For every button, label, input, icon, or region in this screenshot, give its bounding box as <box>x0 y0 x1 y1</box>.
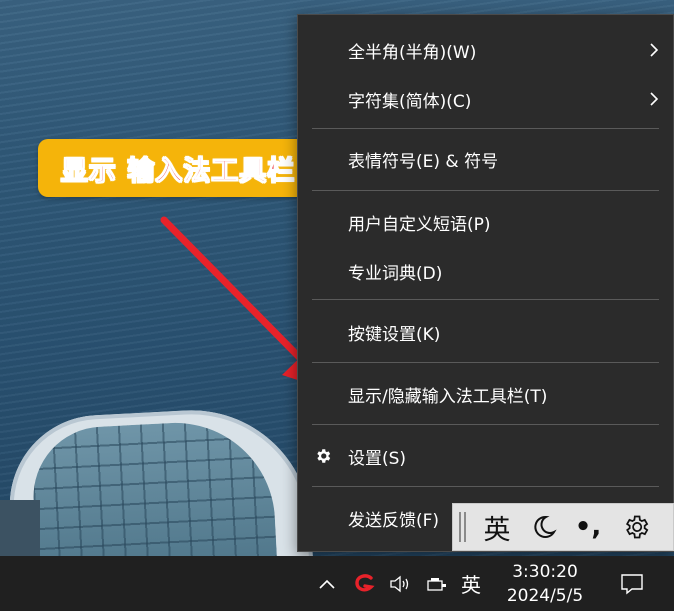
annotation-label: 显示 输入法工具栏 <box>38 139 318 197</box>
menu-item-dictionary[interactable]: 专业词典(D) <box>298 249 674 293</box>
language-toggle-button[interactable]: 英 <box>471 503 523 551</box>
punctuation-toggle-button[interactable]: •, <box>565 503 611 551</box>
speaker-icon[interactable] <box>386 556 414 611</box>
menu-item-label: 字符集(简体)(C) <box>348 91 472 112</box>
system-clock[interactable]: 3:30:20 2024/5/5 <box>498 556 592 611</box>
menu-item-settings[interactable]: 设置(S) <box>298 434 674 478</box>
clock-time: 3:30:20 <box>512 561 578 582</box>
menu-item-label: 用户自定义短语(P) <box>348 214 491 235</box>
menu-item-emoji-symbols[interactable]: 表情符号(E) & 符号 <box>298 137 674 181</box>
gear-icon[interactable] <box>611 503 661 551</box>
notification-icon[interactable] <box>614 556 650 611</box>
menu-item-label: 按键设置(K) <box>348 324 441 345</box>
menu-item-label: 设置(S) <box>348 448 407 469</box>
gear-icon <box>317 449 331 463</box>
menu-separator <box>312 424 659 425</box>
menu-separator <box>312 299 659 300</box>
ime-context-menu: 全半角(半角)(W) 字符集(简体)(C) 表情符号(E) & 符号 用户自定义… <box>297 14 674 552</box>
menu-item-full-half-width[interactable]: 全半角(半角)(W) <box>298 28 674 72</box>
menu-item-toggle-toolbar[interactable]: 显示/隐藏输入法工具栏(T) <box>298 372 674 416</box>
ime-toolbar: 英 •, <box>452 503 674 551</box>
clock-date: 2024/5/5 <box>506 585 584 606</box>
drag-handle[interactable] <box>459 512 471 542</box>
chevron-right-icon <box>650 43 659 57</box>
menu-item-label: 发送反馈(F) <box>348 510 440 531</box>
menu-separator <box>312 486 659 487</box>
menu-separator <box>312 362 659 363</box>
sogou-ime-icon[interactable] <box>350 556 380 611</box>
chevron-right-icon <box>650 92 659 106</box>
menu-item-label: 专业词典(D) <box>348 263 443 284</box>
ship-hull <box>0 500 40 556</box>
menu-item-label: 表情符号(E) & 符号 <box>348 151 499 172</box>
taskbar: 英 3:30:20 2024/5/5 <box>0 556 674 611</box>
menu-item-user-phrases[interactable]: 用户自定义短语(P) <box>298 200 674 244</box>
menu-item-label: 显示/隐藏输入法工具栏(T) <box>348 386 548 407</box>
input-language-indicator[interactable]: 英 <box>455 556 487 611</box>
moon-icon[interactable] <box>523 503 565 551</box>
show-hidden-icons-button[interactable] <box>314 556 340 611</box>
menu-item-charset[interactable]: 字符集(简体)(C) <box>298 77 674 121</box>
menu-item-label: 全半角(半角)(W) <box>348 42 477 63</box>
menu-separator <box>312 190 659 191</box>
network-icon[interactable] <box>423 556 451 611</box>
menu-separator <box>312 128 659 129</box>
menu-item-key-settings[interactable]: 按键设置(K) <box>298 310 674 354</box>
